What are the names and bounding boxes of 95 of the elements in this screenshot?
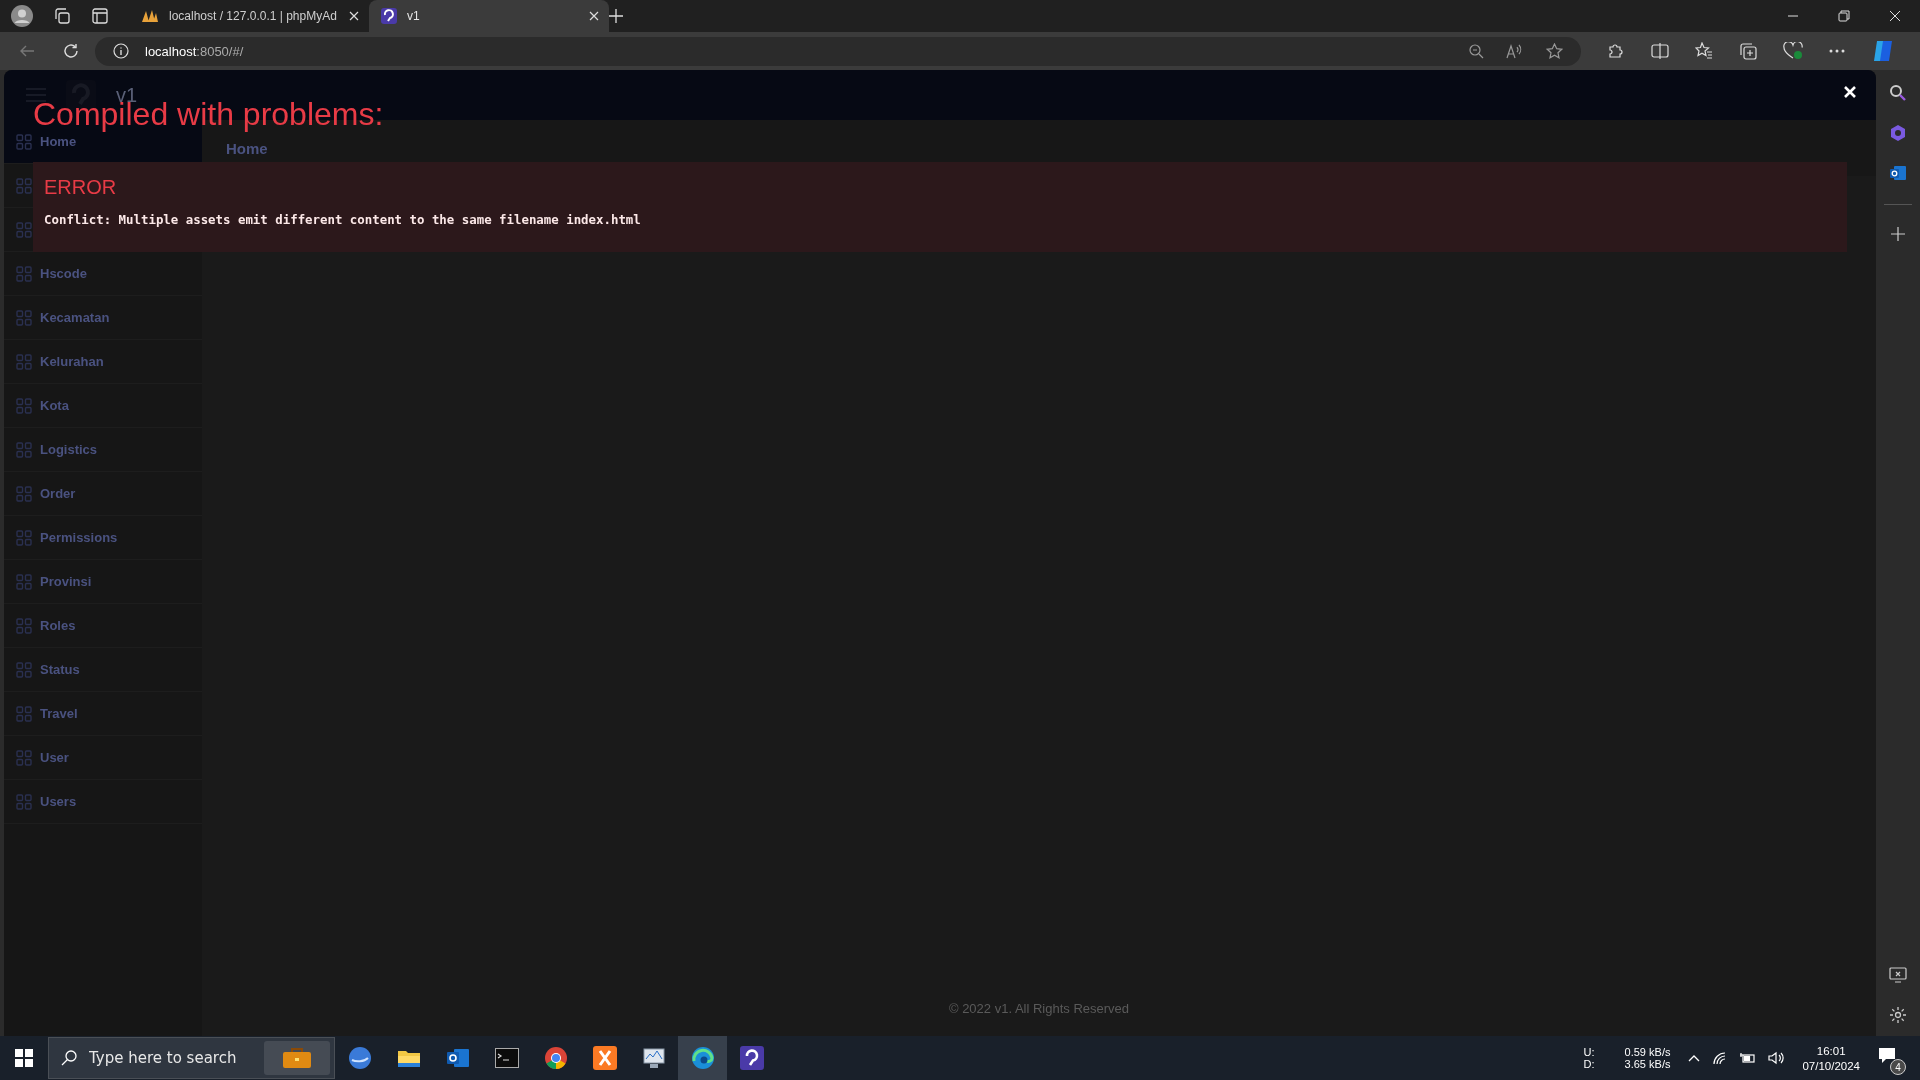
clock-date: 07/10/2024 [1802,1059,1860,1072]
more-icon[interactable] [1829,49,1845,53]
new-tab-icon[interactable] [609,9,623,23]
app-logo-icon [381,8,397,24]
plus-icon[interactable] [1891,227,1905,241]
taskbar-search-bar[interactable]: Type here to search [48,1037,335,1079]
info-icon [113,43,129,59]
sidebar-label: Hscode [40,266,87,281]
collections-icon[interactable] [1739,42,1757,60]
sidebar-item[interactable]: Kelurahan [4,340,202,384]
settings-icon[interactable] [1889,1006,1907,1024]
sidebar-label: Travel [40,706,78,721]
tab-title: v1 [407,9,421,23]
sidebar-label: Kota [40,398,69,413]
back-arrow-icon[interactable] [19,43,35,59]
grid-icon [16,221,32,238]
sidebar-label: Status [40,662,80,677]
grid-icon [16,793,32,810]
grid-icon [16,529,32,546]
search-icon[interactable] [1889,84,1907,102]
close-icon[interactable] [1889,10,1901,22]
search-icon [61,1050,77,1066]
zoom-out-icon[interactable] [1468,43,1484,59]
edge-icon[interactable] [678,1036,727,1080]
grid-icon [16,133,32,150]
star-icon[interactable] [1546,43,1563,59]
grid-icon [16,265,32,282]
sidebar-item[interactable]: User [4,736,202,780]
browser-tab[interactable]: localhost / 127.0.0.1 | phpMyAd [129,0,369,32]
download-speed: 3.65 kB/s [1624,1058,1671,1070]
sidebar-item[interactable]: Travel [4,692,202,736]
grid-icon [16,441,32,458]
tab-title: localhost / 127.0.0.1 | phpMyAd [169,9,338,23]
search-input[interactable]: Type here to search [87,1048,254,1068]
sidebar-label: Users [40,794,77,809]
favorites-icon[interactable] [1695,42,1713,60]
split-screen-icon[interactable] [1651,42,1669,60]
breadcrumb: Home [226,139,268,157]
battery-icon[interactable] [1740,1052,1757,1064]
workspaces-icon[interactable] [53,7,71,25]
sidebar-label: Kecamatan [40,310,110,325]
upload-label: U: [1583,1046,1595,1058]
grid-icon [16,661,32,678]
grid-icon [16,485,32,502]
heart-pulse-icon[interactable] [1783,42,1803,60]
read-aloud-icon[interactable] [1506,43,1524,59]
sidebar-item[interactable]: Status [4,648,202,692]
profile-icon[interactable] [11,5,33,27]
sidebar-label: Order [40,486,76,501]
sidebar-item[interactable]: Order [4,472,202,516]
grid-icon [16,309,32,326]
sidebar-item[interactable]: Kota [4,384,202,428]
puzzle-icon[interactable] [1607,42,1625,60]
sidebar-label: Permissions [40,530,118,545]
briefcase-icon[interactable] [264,1041,330,1075]
browser-tab[interactable]: v1 [369,0,609,32]
sidebar-item[interactable]: Permissions [4,516,202,560]
address-field[interactable]: localhost:8050/#/ [95,36,1581,66]
refresh-icon[interactable] [63,43,79,59]
speaker-icon[interactable] [1768,1051,1785,1065]
sidebar-item[interactable]: Roles [4,604,202,648]
clock[interactable]: 16:01 07/10/2024 [1802,1044,1860,1072]
download-label: D: [1583,1058,1595,1070]
close-icon[interactable] [589,11,599,21]
error-heading: ERROR [44,176,118,199]
grid-icon [16,177,32,194]
sidebar-label: Logistics [40,442,98,457]
grid-icon [16,749,32,766]
sidebar-label: Kelurahan [40,354,104,369]
sidebar-item[interactable]: Kecamatan [4,296,202,340]
sidebar-label: Home [40,134,77,149]
grid-icon [16,397,32,414]
notification-count: 4 [1890,1059,1906,1075]
upload-speed: 0.59 kB/s [1624,1046,1671,1058]
sidebar-item[interactable]: Logistics [4,428,202,472]
outlook-icon[interactable] [1889,164,1907,182]
windows-start-icon[interactable] [15,1049,33,1067]
sidebar-item[interactable]: Users [4,780,202,824]
restore-icon[interactable] [1838,10,1850,22]
sidebar-label: Roles [40,618,76,633]
grid-icon [16,353,32,370]
grid-icon [16,705,32,722]
footer-text: © 2022 v1. All Rights Reserved [948,1001,1130,1016]
grid-icon [16,617,32,634]
sidebar-item[interactable]: Provinsi [4,560,202,604]
notification-icon[interactable] [1878,1047,1898,1065]
grid-icon [16,573,32,590]
close-icon[interactable] [349,11,359,21]
error-message: Conflict: Multiple assets emit different content to the same filename index.html [44,212,642,227]
clock-time: 16:01 [1816,1044,1846,1057]
sidebar-label: Provinsi [40,574,92,589]
screenshot-icon[interactable] [1889,966,1907,984]
tab-panel-icon[interactable] [91,7,109,25]
sidebar-label: User [40,750,69,765]
chevron-up-icon[interactable] [1688,1054,1701,1062]
